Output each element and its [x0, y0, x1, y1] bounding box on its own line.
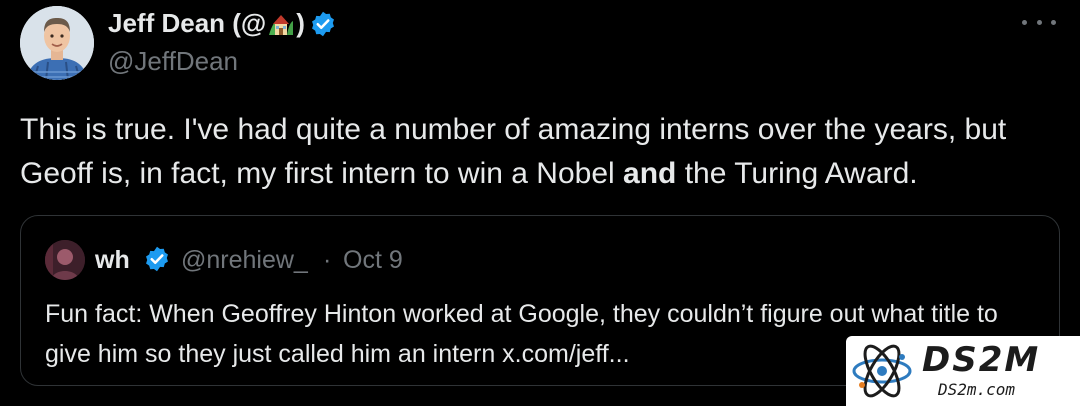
watermark: DS2M DS2m.com [846, 336, 1080, 406]
dot-separator: · [323, 246, 332, 274]
quoted-avatar[interactable] [45, 240, 85, 280]
author-name-prefix: Jeff Dean (@ [108, 8, 267, 38]
quoted-author-name[interactable]: wh [95, 246, 130, 275]
watermark-subtitle: DS2m.com [938, 380, 1016, 399]
author-handle[interactable]: @JeffDean [108, 46, 238, 77]
more-dot [1022, 19, 1027, 25]
more-dots-icon[interactable] [1022, 10, 1056, 34]
quoted-author-handle[interactable]: @nrehiew_ [181, 246, 308, 275]
tweet-card: Jeff Dean (@ ) @JeffDean This is true. I… [0, 0, 1080, 406]
watermark-title: DS2M [922, 340, 1041, 380]
tweet-text: This is true. I've had quite a number of… [20, 108, 1060, 196]
author-avatar[interactable] [20, 6, 94, 80]
more-dot [1051, 19, 1056, 25]
author-name[interactable]: Jeff Dean (@ ) [108, 8, 337, 39]
verified-badge-icon [143, 245, 171, 273]
atom-logo-icon [852, 344, 912, 398]
tweet-text-part2: the Turing Award. [676, 157, 918, 190]
more-dot [1036, 19, 1042, 25]
tweet-text-bold: and [623, 157, 677, 190]
quoted-date[interactable]: Oct 9 [343, 246, 403, 275]
verified-badge-icon [309, 10, 337, 38]
house-emoji-icon [267, 11, 295, 37]
author-name-suffix: ) [296, 8, 305, 38]
